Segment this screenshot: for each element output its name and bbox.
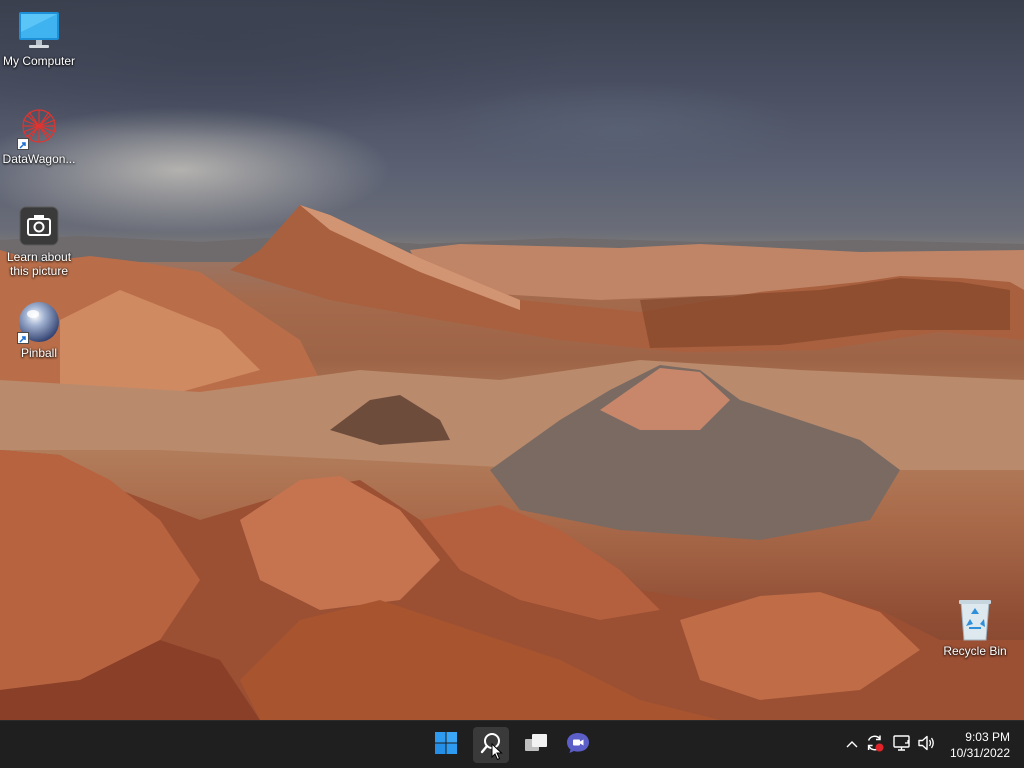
start-button[interactable] — [428, 727, 464, 763]
desktop-icon-datawagon[interactable]: DataWagon... — [1, 106, 77, 166]
show-hidden-icons-button[interactable] — [842, 735, 862, 755]
network-tray-button[interactable] — [892, 733, 912, 758]
wallpaper-landscape — [0, 205, 1024, 720]
volume-icon — [917, 733, 937, 758]
update-icon — [865, 733, 885, 758]
clock-date: 10/31/2022 — [949, 746, 1010, 760]
clock-time: 9:03 PM — [965, 730, 1010, 744]
desktop-icon-recycle-bin[interactable]: Recycle Bin — [937, 598, 1013, 658]
recycle-bin-icon — [953, 598, 997, 642]
task-view-icon — [523, 731, 549, 760]
clock[interactable]: 9:03 PM 10/31/2022 — [950, 729, 1010, 761]
network-icon — [892, 733, 912, 758]
monitor-icon — [17, 8, 61, 52]
task-view-button[interactable] — [518, 727, 554, 763]
camera-icon — [17, 204, 61, 248]
datawagon-icon — [17, 106, 61, 150]
desktop-icon-pinball[interactable]: Pinball — [1, 300, 77, 360]
desktop-icon-label: Recycle Bin — [943, 644, 1007, 658]
shortcut-arrow-icon — [17, 332, 29, 344]
desktop-icon-my-computer[interactable]: My Computer — [1, 8, 77, 68]
desktop[interactable]: My Computer DataWagon... Learn about thi… — [0, 0, 1024, 720]
shortcut-arrow-icon — [17, 138, 29, 150]
desktop-icon-learn-about-picture[interactable]: Learn about this picture — [1, 204, 77, 278]
mouse-cursor-icon — [491, 742, 503, 766]
chevron-up-icon — [845, 736, 859, 754]
search-button[interactable] — [473, 727, 509, 763]
volume-tray-button[interactable] — [917, 735, 937, 755]
windows-start-icon — [434, 731, 458, 760]
chat-icon — [565, 731, 591, 760]
pinball-icon — [17, 300, 61, 344]
desktop-icon-label: Pinball — [20, 346, 58, 360]
taskbar: 9:03 PM 10/31/2022 — [0, 720, 1024, 768]
windows-update-tray-button[interactable] — [865, 735, 885, 755]
desktop-icon-label: DataWagon... — [2, 152, 76, 166]
desktop-icon-label: My Computer — [2, 54, 76, 68]
chat-button[interactable] — [560, 727, 596, 763]
desktop-icon-label: Learn about this picture — [6, 250, 72, 278]
